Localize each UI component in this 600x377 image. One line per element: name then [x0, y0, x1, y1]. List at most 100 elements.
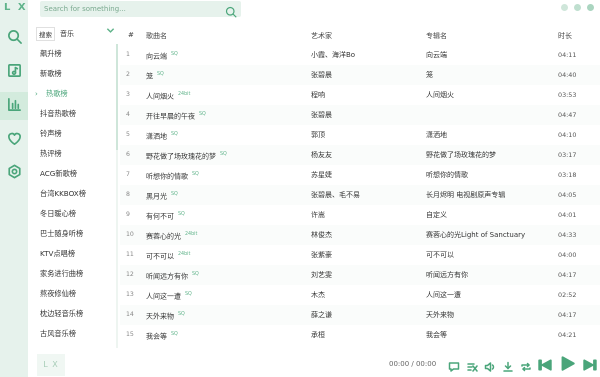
artist-name[interactable]: 苏星婕 — [311, 165, 426, 185]
table-row[interactable]: 15 我会等 SQ 承桓 我会等 04:21 — [120, 325, 600, 345]
leaderboard-item[interactable]: 热评榜 — [36, 144, 116, 164]
album-name[interactable]: 自定义 — [426, 205, 556, 225]
maximize-button[interactable] — [574, 4, 581, 11]
scrollbar-thumb[interactable] — [116, 44, 118, 150]
table-row[interactable]: 3 人间烟火 24bit 程响 人间烟火 03:53 — [120, 85, 600, 105]
album-name[interactable]: 听闻远方有你 — [426, 265, 556, 285]
leaderboard-item[interactable]: 冬日暖心榜 — [36, 204, 116, 224]
album-art[interactable]: L X — [37, 354, 65, 376]
song-name-cell: 赛蓉心的光 24bit — [146, 225, 311, 246]
volume-icon[interactable] — [484, 358, 496, 372]
nav-settings[interactable] — [0, 159, 28, 187]
nav-search[interactable] — [0, 24, 28, 52]
leaderboard-item[interactable]: 古风音乐榜 — [36, 324, 116, 344]
leaderboard-item[interactable]: 熬夜修仙榜 — [36, 284, 116, 304]
play-icon[interactable] — [560, 356, 575, 371]
table-row[interactable]: 4 开往早晨的午夜 SQ 张碧晨 04:47 — [120, 105, 600, 125]
table-row[interactable]: 8 黑月光 SQ 张碧晨、毛不易 长月烬明 电视剧原声专辑 04:05 — [120, 185, 600, 205]
music-library-icon — [7, 63, 22, 82]
leaderboard-item[interactable]: 抖音热歌榜 — [36, 104, 116, 124]
next-icon[interactable] — [583, 357, 597, 371]
artist-name[interactable]: 张紫豪 — [311, 245, 426, 265]
song-name: 听想你的情歌 — [146, 172, 188, 181]
album-name[interactable]: 天外来物 — [426, 305, 556, 325]
artist-name[interactable]: 程响 — [311, 85, 426, 105]
album-name[interactable]: 野花做了场玫瑰花的梦 — [426, 145, 556, 165]
table-row[interactable]: 13 人间这一遭 SQ 木杰 人间这一遭 02:52 — [120, 285, 600, 305]
search-bar[interactable] — [40, 1, 241, 18]
row-index: 6 — [126, 151, 130, 158]
table-row[interactable]: 1 向云端 SQ 小霞、海洋Bo 向云端 04:11 — [120, 45, 600, 65]
nav-leaderboard[interactable] — [0, 92, 28, 120]
album-name[interactable]: 向云端 — [426, 45, 556, 65]
quality-badge: 24bit — [178, 252, 191, 257]
lyrics-icon[interactable] — [466, 358, 478, 372]
download-icon[interactable] — [502, 358, 514, 372]
table-row[interactable]: 6 野花做了场玫瑰花的梦 SQ 杨友友 野花做了场玫瑰花的梦 03:17 — [120, 145, 600, 165]
album-name[interactable]: 赛蓉心的光Light of Sanctuary — [426, 225, 556, 245]
repeat-icon[interactable] — [520, 358, 532, 372]
artist-name[interactable]: 刘艺雯 — [311, 265, 426, 285]
leaderboard-item[interactable]: 巴士随身听榜 — [36, 224, 116, 244]
search-icon[interactable] — [225, 3, 237, 18]
table-row[interactable]: 9 有何不可 SQ 许嵩 自定义 04:01 — [120, 205, 600, 225]
leaderboard-scrollbar[interactable] — [116, 44, 118, 348]
artist-name[interactable]: 小霞、海洋Bo — [311, 45, 426, 65]
leaderboard-item-label: 铃声榜 — [40, 129, 62, 138]
chevron-down-icon[interactable] — [106, 26, 116, 36]
table-row[interactable]: 11 可不可以 24bit 张紫豪 可不可以 04:00 — [120, 245, 600, 265]
header-album[interactable]: 专辑名 — [426, 31, 447, 41]
artist-name[interactable]: 木杰 — [311, 285, 426, 305]
leaderboard-item[interactable]: 台湾KKBOX榜 — [36, 184, 116, 204]
previous-icon[interactable] — [538, 357, 552, 371]
song-name: 黑月光 — [146, 192, 167, 201]
leaderboard-item[interactable]: 铃声榜 — [36, 124, 116, 144]
artist-name[interactable]: 张碧晨 — [311, 65, 426, 85]
artist-name[interactable]: 张碧晨 — [311, 105, 426, 125]
album-name[interactable]: 听想你的情歌 — [426, 165, 556, 185]
artist-name[interactable]: 林俊杰 — [311, 225, 426, 245]
album-name[interactable]: 潇洒地 — [426, 125, 556, 145]
header-name[interactable]: 歌曲名 — [146, 31, 167, 41]
leaderboard-item[interactable]: KTV点唱榜 — [36, 244, 116, 264]
table-header: # 歌曲名 艺术家 专辑名 时长 — [120, 27, 600, 43]
album-name[interactable]: 长月烬明 电视剧原声专辑 — [426, 185, 556, 205]
artist-name[interactable]: 张碧晨、毛不易 — [311, 185, 426, 205]
header-duration[interactable]: 时长 — [558, 31, 572, 41]
album-name[interactable]: 笼 — [426, 65, 556, 85]
row-index: 15 — [126, 331, 134, 338]
artist-name[interactable]: 郭顶 — [311, 125, 426, 145]
header-artist[interactable]: 艺术家 — [311, 31, 332, 41]
artist-name[interactable]: 许嵩 — [311, 205, 426, 225]
close-button[interactable] — [587, 4, 594, 11]
search-input[interactable] — [40, 1, 220, 17]
leaderboard-item[interactable]: ACG新歌榜 — [36, 164, 116, 184]
album-name[interactable]: 人间这一遭 — [426, 285, 556, 305]
minimize-button[interactable] — [561, 4, 568, 11]
album-name[interactable]: 人间烟火 — [426, 85, 556, 105]
song-name: 有何不可 — [146, 212, 174, 221]
artist-name[interactable]: 杨友友 — [311, 145, 426, 165]
comment-icon[interactable] — [448, 358, 460, 372]
table-row[interactable]: 12 听闻远方有你 SQ 刘艺雯 听闻远方有你 04:17 — [120, 265, 600, 285]
leaderboard-item[interactable]: 新歌榜 — [36, 64, 116, 84]
table-row[interactable]: 7 听想你的情歌 SQ 苏星婕 听想你的情歌 03:18 — [120, 165, 600, 185]
artist-name[interactable]: 薛之谦 — [311, 305, 426, 325]
table-row[interactable]: 2 笼 SQ 张碧晨笼 04:40 — [120, 65, 600, 85]
album-name[interactable]: 可不可以 — [426, 245, 556, 265]
leaderboard-item-label: 台湾KKBOX榜 — [40, 189, 86, 198]
song-name-cell: 野花做了场玫瑰花的梦 SQ — [146, 145, 311, 166]
leaderboard-item[interactable]: 飙升榜 — [36, 44, 116, 64]
source-selector[interactable]: 音乐 搜索 — [36, 26, 116, 42]
leaderboard-item[interactable]: 枕边轻音乐榜 — [36, 304, 116, 324]
nav-library[interactable] — [0, 58, 28, 86]
artist-name[interactable]: 承桓 — [311, 325, 426, 345]
table-row[interactable]: 5 潇洒地 SQ 郭顶 潇洒地 04:10 — [120, 125, 600, 145]
table-row[interactable]: 14 天外来物 SQ 薛之谦 天外来物 04:17 — [120, 305, 600, 325]
leaderboard-item[interactable]: 家务进行曲榜 — [36, 264, 116, 284]
album-name[interactable]: 我会等 — [426, 325, 556, 345]
quality-badge: SQ — [178, 212, 185, 217]
leaderboard-item[interactable]: › 热歌榜 — [35, 84, 116, 104]
nav-favorites[interactable] — [0, 126, 28, 154]
table-row[interactable]: 10 赛蓉心的光 24bit 林俊杰 赛蓉心的光Light of Sanctuary 04… — [120, 225, 600, 245]
